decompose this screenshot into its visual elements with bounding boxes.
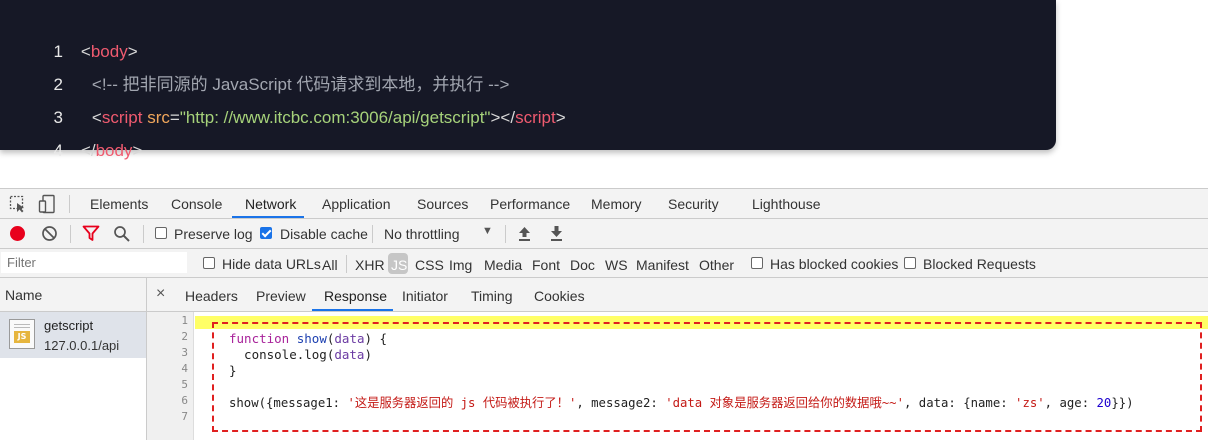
- gutter-line-number: 5: [181, 378, 188, 391]
- code-line-1: 1 <body>: [0, 2, 137, 61]
- gutter-line-number: 6: [181, 394, 188, 407]
- filter-type-xhr[interactable]: XHR: [355, 257, 385, 273]
- network-toolbar: Preserve log Disable cache No throttling…: [0, 219, 1208, 249]
- filter-input[interactable]: [1, 252, 187, 273]
- tab-application[interactable]: Application: [322, 196, 391, 212]
- gutter-line-number: 3: [181, 346, 188, 359]
- filter-bar: Hide data URLs All XHR JS CSS Img Media …: [0, 249, 1208, 278]
- name-header-label: Name: [5, 287, 43, 303]
- tab-initiator[interactable]: Initiator: [402, 288, 448, 304]
- detail-tab-bar: × Headers Preview Response Initiator Tim…: [147, 278, 1208, 312]
- import-har-icon[interactable]: [517, 225, 532, 245]
- has-blocked-cookies-checkbox[interactable]: [751, 257, 763, 269]
- code-line-2: 2 <!-- 把非同源的 JavaScript 代码请求到本地，并执行 -->: [0, 35, 509, 94]
- code-line-3: 3 <script src="http: //www.itcbc.com:3006…: [0, 68, 565, 127]
- attr-value: "http: //www.itcbc.com:3006/api/getscrip…: [179, 108, 491, 127]
- hide-data-urls-checkbox[interactable]: [203, 257, 215, 269]
- preserve-log-checkbox[interactable]: [155, 227, 167, 239]
- tab-network[interactable]: Network: [245, 196, 296, 212]
- request-host: 127.0.0.1/api: [44, 338, 120, 353]
- hide-data-urls-label: Hide data URLs: [222, 256, 321, 272]
- tab-timing[interactable]: Timing: [471, 288, 513, 304]
- record-icon[interactable]: [10, 226, 25, 241]
- gutter-line-number: 4: [181, 362, 188, 375]
- tag-name: body: [95, 141, 133, 160]
- device-toolbar-icon[interactable]: [38, 194, 58, 217]
- tab-elements[interactable]: Elements: [90, 196, 148, 212]
- blocked-requests-checkbox[interactable]: [904, 257, 916, 269]
- tab-performance[interactable]: Performance: [490, 196, 570, 212]
- filter-type-manifest[interactable]: Manifest: [636, 257, 689, 273]
- active-detail-tab-indicator: [312, 309, 393, 311]
- request-row[interactable]: JS getscript 127.0.0.1/api: [0, 312, 146, 358]
- tab-response[interactable]: Response: [324, 288, 387, 304]
- filter-type-doc[interactable]: Doc: [570, 257, 595, 273]
- tab-lighthouse[interactable]: Lighthouse: [752, 196, 821, 212]
- gutter-line-number: 1: [181, 314, 188, 327]
- filter-type-other[interactable]: Other: [699, 257, 734, 273]
- line-number: 4: [53, 141, 63, 160]
- line-number-gutter: 1 2 3 4 5 6 7: [147, 312, 194, 440]
- tab-security[interactable]: Security: [668, 196, 719, 212]
- close-icon[interactable]: ×: [156, 285, 165, 303]
- code-line-4: 4 </body>: [0, 101, 142, 160]
- code-snippet-card: 1 <body> 2 <!-- 把非同源的 JavaScript 代码请求到本地，并…: [0, 0, 1056, 160]
- search-icon[interactable]: [113, 225, 131, 246]
- js-file-icon: JS: [9, 319, 35, 349]
- tab-console[interactable]: Console: [171, 196, 222, 212]
- annotation-highlight-box: [212, 322, 1202, 432]
- preserve-log-label: Preserve log: [174, 226, 253, 242]
- attr-name: src: [147, 108, 170, 127]
- devtools-tab-bar: Elements Console Network Application Sou…: [0, 188, 1208, 219]
- has-blocked-cookies-label: Has blocked cookies: [770, 256, 899, 272]
- disable-cache-checkbox[interactable]: [260, 227, 272, 239]
- request-list: Name JS getscript 127.0.0.1/api: [0, 278, 147, 440]
- filter-type-js[interactable]: JS: [391, 257, 407, 273]
- filter-type-all[interactable]: All: [322, 257, 338, 273]
- tab-preview[interactable]: Preview: [256, 288, 306, 304]
- tag-bracket: </: [80, 141, 96, 160]
- blocked-requests-label: Blocked Requests: [923, 256, 1036, 272]
- disable-cache-label: Disable cache: [280, 226, 368, 242]
- tab-memory[interactable]: Memory: [591, 196, 642, 212]
- filter-type-css[interactable]: CSS: [415, 257, 444, 273]
- tag-bracket: ></: [490, 108, 516, 127]
- tab-cookies[interactable]: Cookies: [534, 288, 585, 304]
- name-column-header[interactable]: Name: [0, 278, 146, 312]
- throttling-select[interactable]: No throttling: [384, 226, 459, 242]
- inspect-element-icon[interactable]: [9, 195, 27, 216]
- active-tab-indicator: [232, 216, 304, 218]
- tab-headers[interactable]: Headers: [185, 288, 238, 304]
- filter-type-ws[interactable]: WS: [605, 257, 628, 273]
- request-name: getscript: [44, 318, 94, 333]
- tag-bracket: >: [555, 108, 566, 127]
- filter-icon[interactable]: [82, 225, 100, 245]
- attr-eq: =: [169, 108, 180, 127]
- filter-type-img[interactable]: Img: [449, 257, 472, 273]
- gutter-line-number: 2: [181, 330, 188, 343]
- filter-type-media[interactable]: Media: [484, 257, 522, 273]
- gutter-line-number: 7: [181, 410, 188, 423]
- chevron-down-icon[interactable]: ▼: [482, 225, 493, 237]
- tag-bracket: >: [132, 141, 143, 160]
- clear-icon[interactable]: [41, 225, 58, 245]
- filter-type-font[interactable]: Font: [532, 257, 560, 273]
- tag-name: script: [515, 108, 556, 127]
- tab-sources[interactable]: Sources: [417, 196, 468, 212]
- export-har-icon[interactable]: [549, 225, 564, 245]
